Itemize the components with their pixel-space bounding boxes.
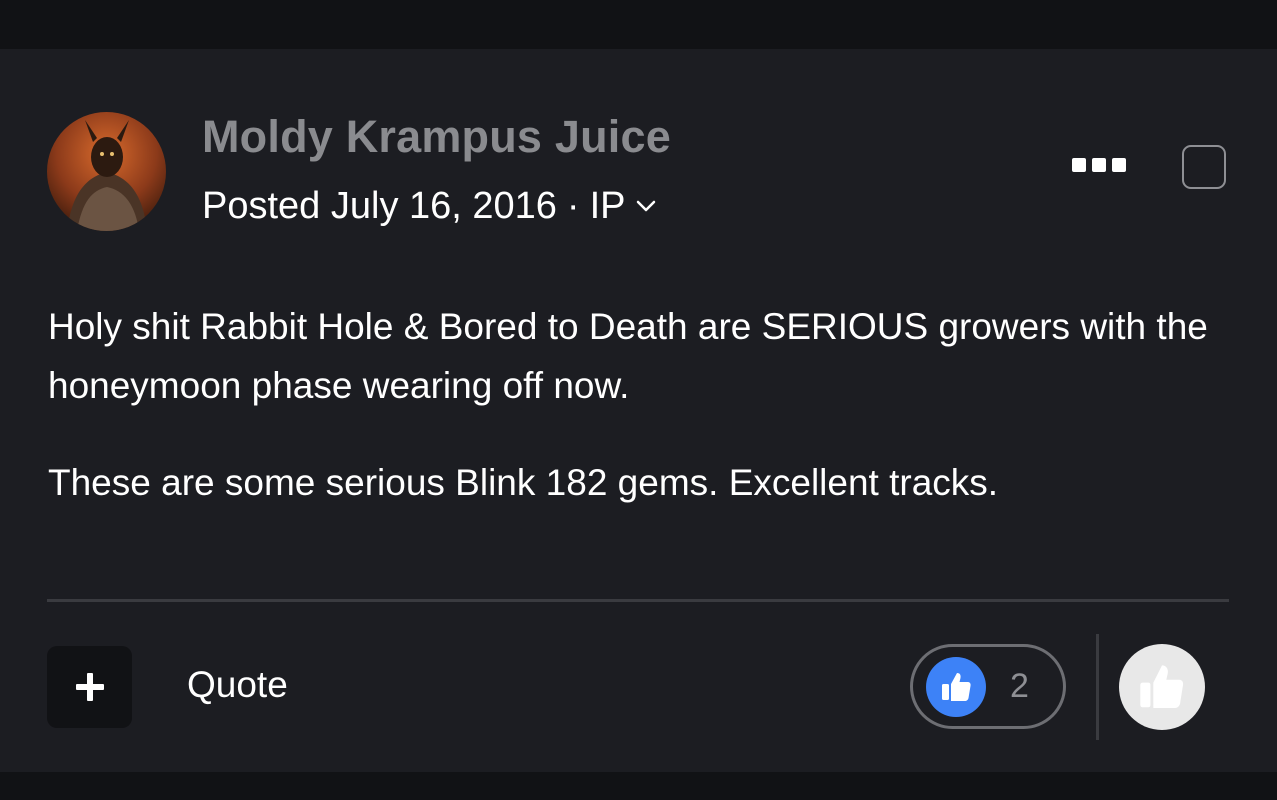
post-meta: Posted July 16, 2016 · IP: [202, 183, 657, 229]
plus-icon: [75, 673, 104, 701]
post-paragraph: Holy shit Rabbit Hole & Bored to Death a…: [48, 306, 1208, 406]
author-name[interactable]: Moldy Krampus Juice: [202, 111, 671, 163]
reaction-count: 2: [1010, 667, 1029, 705]
ip-label[interactable]: IP: [590, 185, 626, 228]
meta-separator: ·: [566, 184, 580, 227]
avatar[interactable]: [47, 112, 166, 231]
thumbs-up-icon: [1140, 665, 1184, 708]
thumbs-up-icon: [926, 656, 986, 717]
post-container: Moldy Krampus Juice Posted July 16, 2016…: [0, 49, 1277, 772]
react-button[interactable]: [1119, 644, 1205, 730]
reaction-summary[interactable]: 2: [910, 644, 1066, 729]
ellipsis-icon[interactable]: [1072, 151, 1126, 179]
post-content: Holy shit Rabbit Hole & Bored to Death a…: [48, 297, 1228, 550]
chevron-down-icon[interactable]: [635, 199, 657, 213]
posted-date[interactable]: Posted July 16, 2016: [202, 185, 557, 228]
multiquote-button[interactable]: [47, 646, 132, 728]
post-paragraph: These are some serious Blink 182 gems. E…: [48, 462, 999, 503]
divider: [47, 599, 1229, 602]
quote-button[interactable]: Quote: [187, 664, 288, 706]
vertical-divider: [1096, 634, 1099, 740]
select-post-checkbox[interactable]: [1182, 145, 1226, 189]
